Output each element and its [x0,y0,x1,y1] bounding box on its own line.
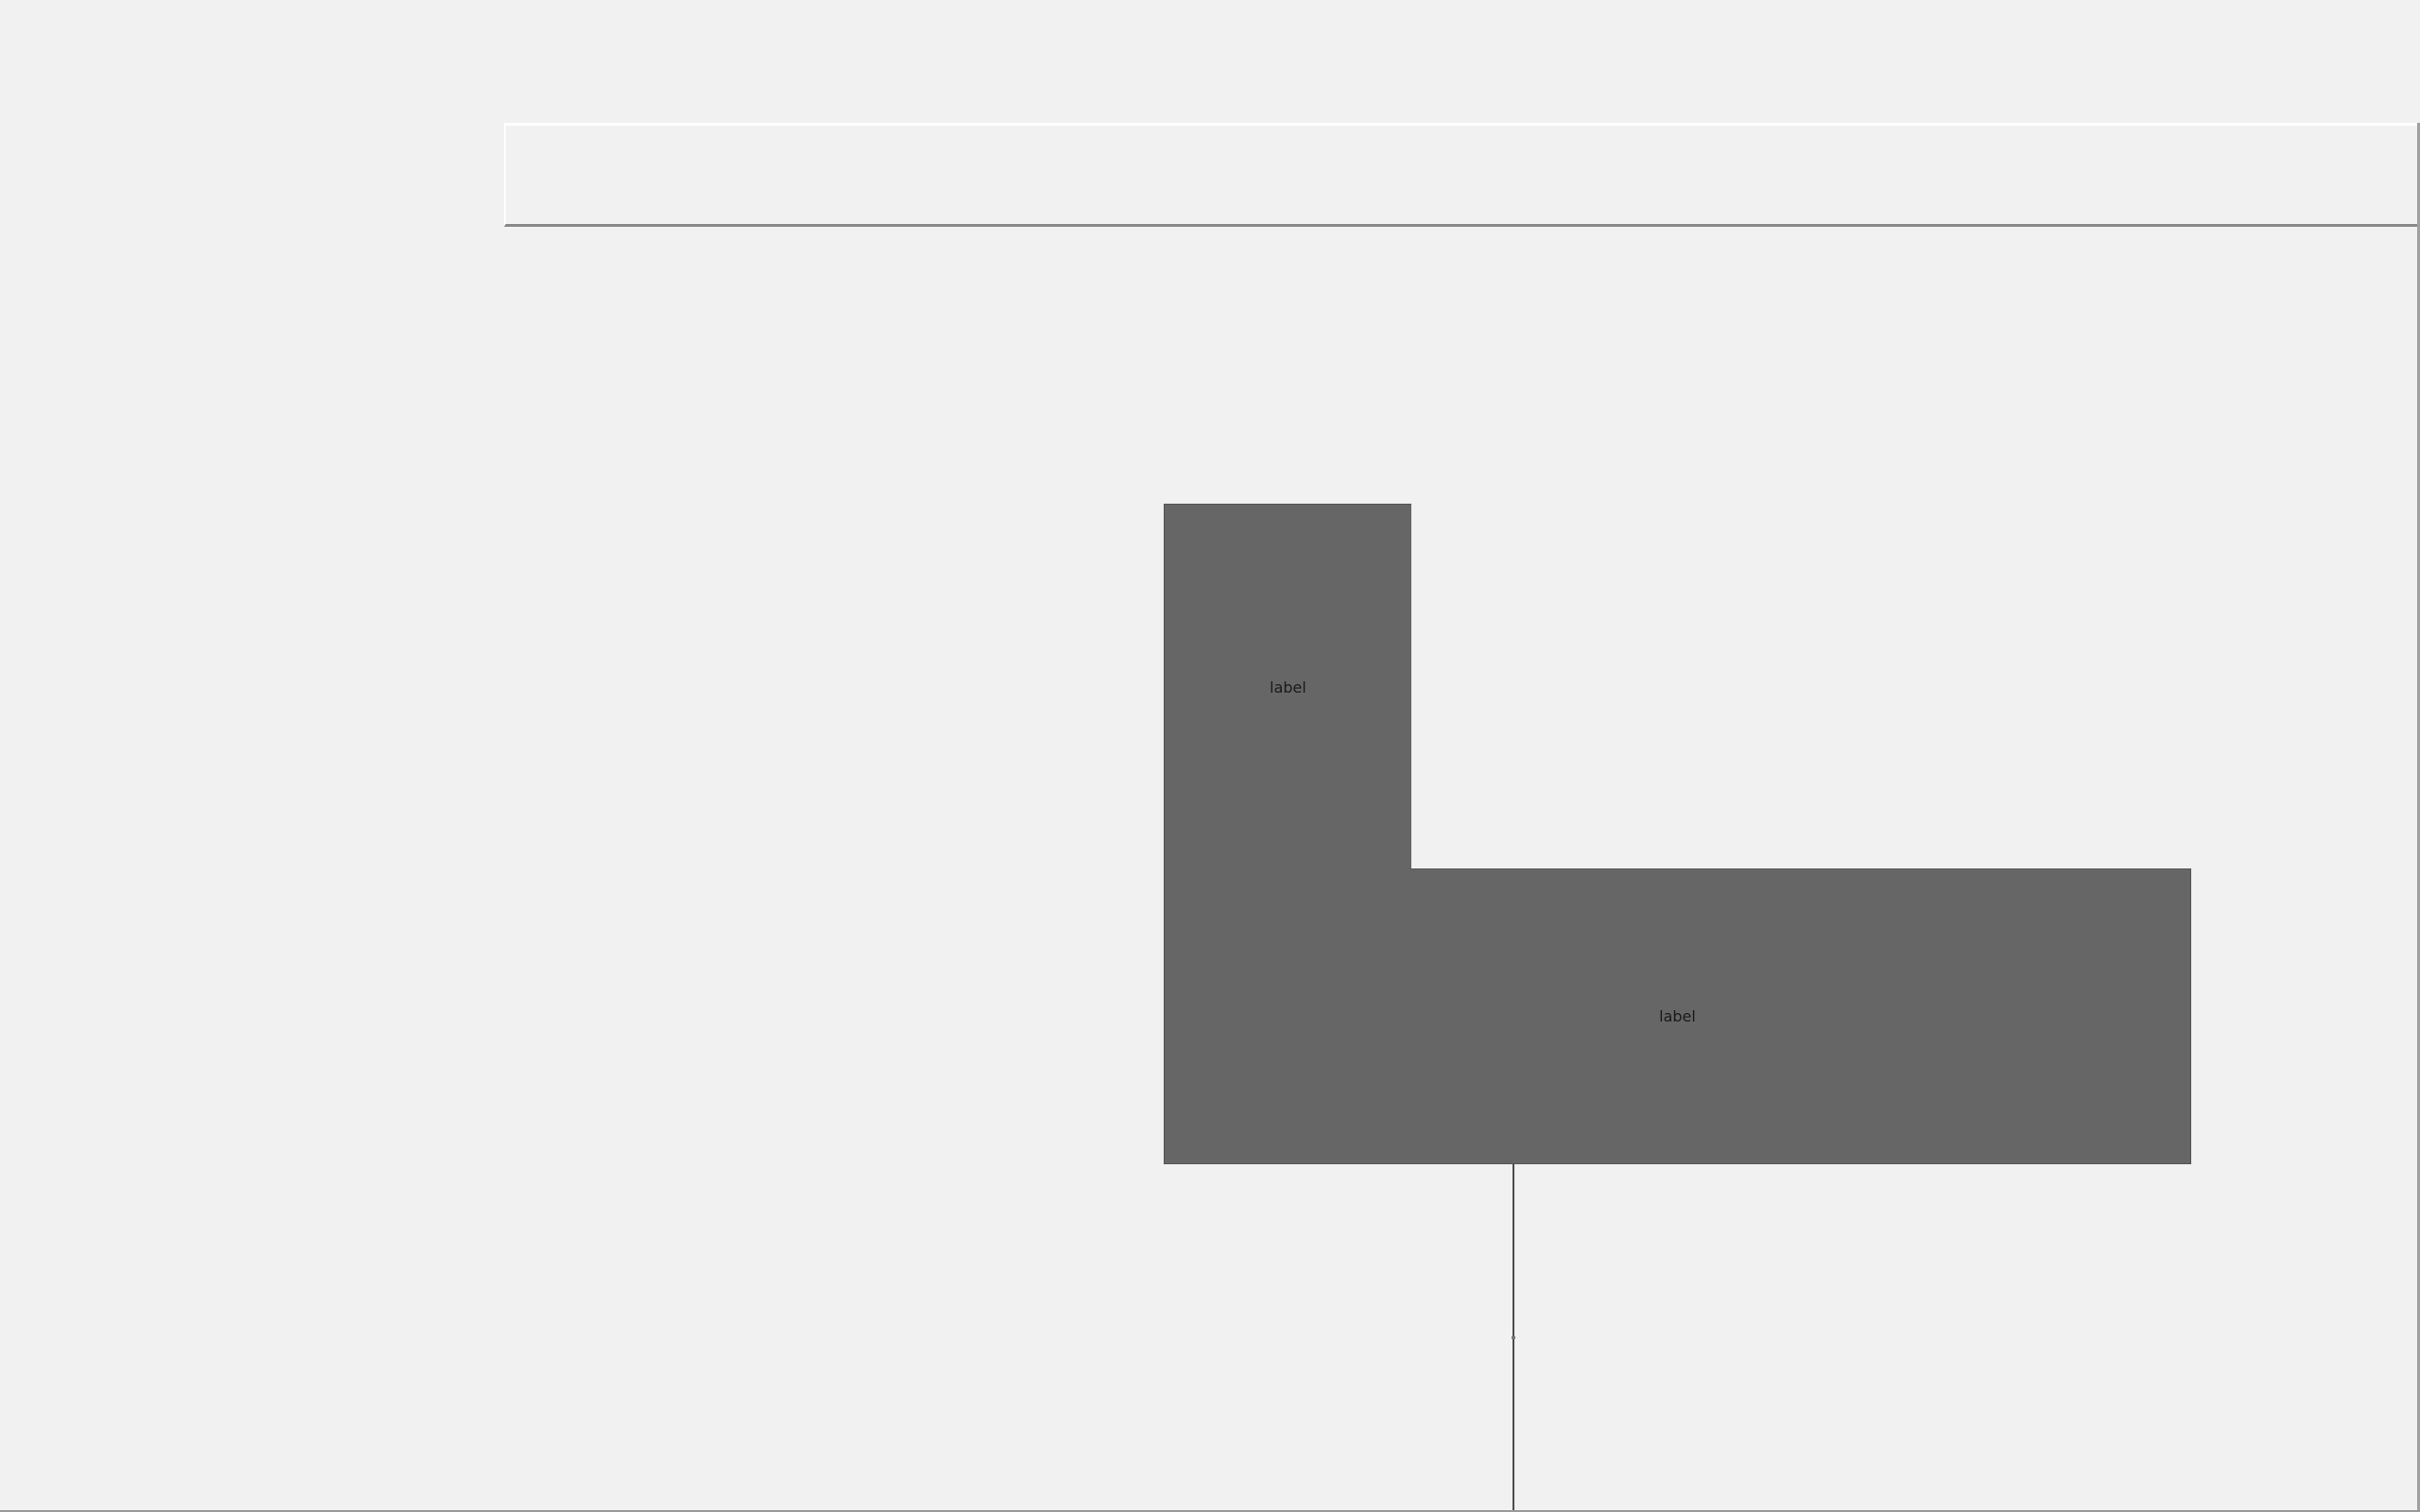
upper-label-block[interactable]: label [1164,504,1411,869]
top-toolbar-panel [504,123,2420,227]
upper-block-label: label [1270,678,1306,696]
app-canvas: label label [0,0,2420,1512]
lower-block-label: label [1659,1007,1696,1025]
lower-label-block[interactable]: label [1164,868,2191,1164]
block-join-fill [1165,865,1410,872]
connector-tick [1512,1336,1515,1339]
